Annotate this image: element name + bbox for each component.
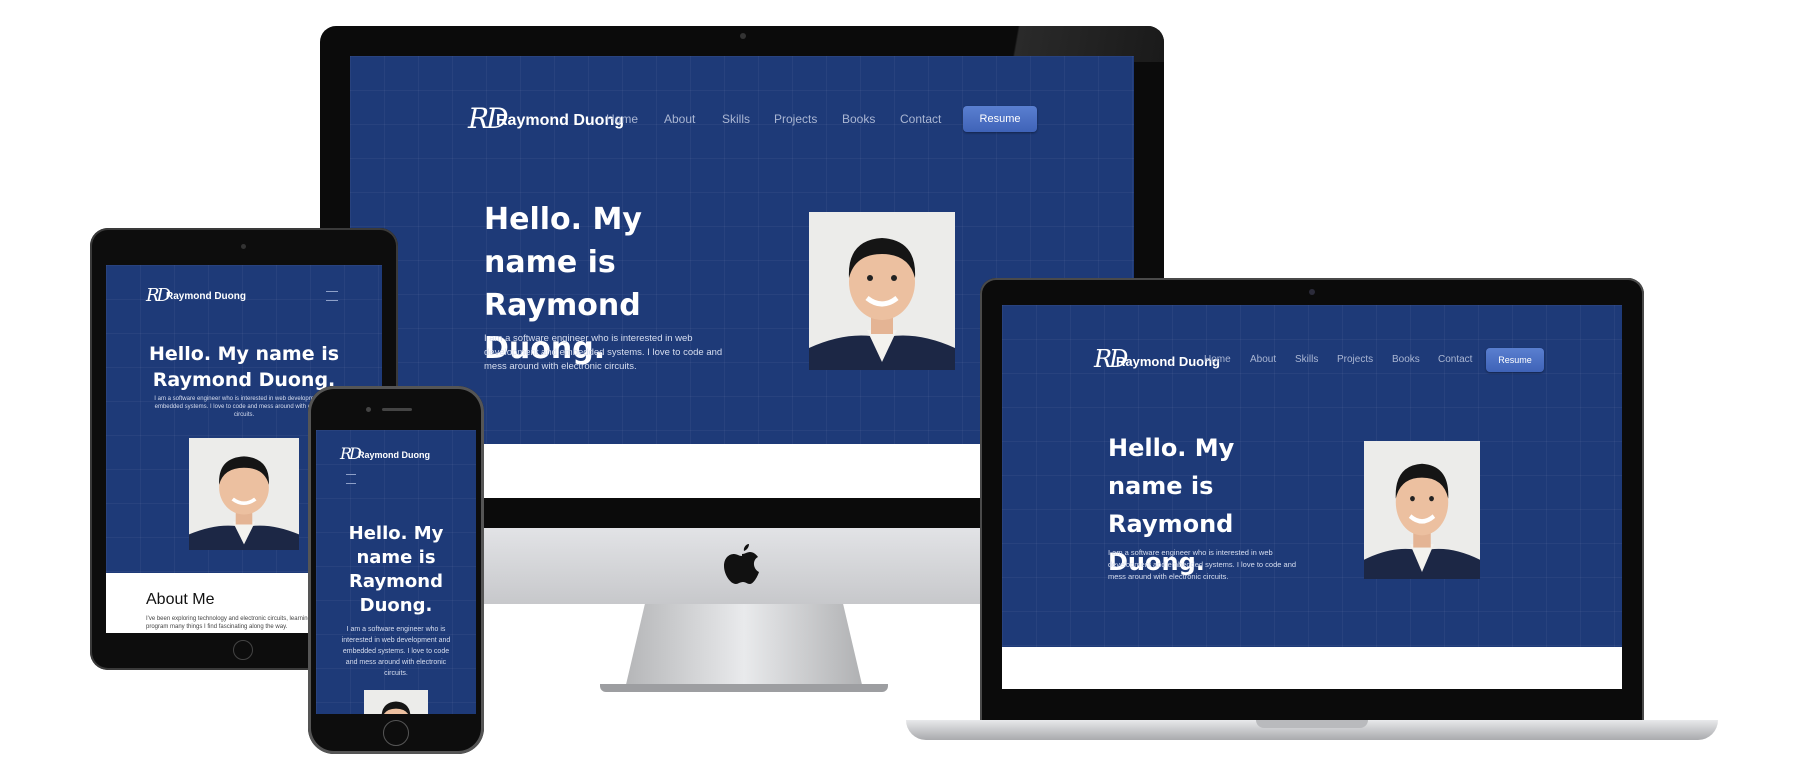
nav-contact[interactable]: Contact bbox=[900, 112, 941, 126]
profile-photo bbox=[189, 438, 299, 550]
nav-about[interactable]: About bbox=[1250, 354, 1276, 365]
iphone-screen: RD Raymond Duong Hello. My name is Raymo… bbox=[316, 430, 476, 714]
hamburger-menu-icon[interactable] bbox=[326, 291, 338, 301]
profile-photo bbox=[1364, 441, 1480, 579]
macbook-camera bbox=[1309, 289, 1315, 295]
logo-mark[interactable]: RD bbox=[146, 285, 171, 306]
nav-skills[interactable]: Skills bbox=[722, 112, 750, 126]
macbook-notch bbox=[1256, 720, 1368, 728]
resume-button[interactable]: Resume bbox=[1486, 348, 1544, 372]
nav-home[interactable]: Home bbox=[1204, 354, 1231, 365]
apple-icon bbox=[722, 540, 762, 588]
nav-home[interactable]: Home bbox=[606, 112, 638, 126]
nav-books[interactable]: Books bbox=[1392, 354, 1420, 365]
nav-projects[interactable]: Projects bbox=[774, 112, 817, 126]
hero-title: Hello. My name is Raymond Duong. bbox=[348, 523, 444, 616]
brand-name[interactable]: Raymond Duong bbox=[358, 450, 430, 460]
nav-about[interactable]: About bbox=[664, 112, 695, 126]
nav-books[interactable]: Books bbox=[842, 112, 875, 126]
brand-name[interactable]: Raymond Duong bbox=[166, 291, 246, 302]
ipad-home-button[interactable] bbox=[233, 640, 253, 660]
profile-photo bbox=[809, 212, 955, 370]
imac-stand-base bbox=[600, 684, 888, 692]
macbook-screen: RD Raymond Duong Home About Skills Proje… bbox=[1002, 305, 1622, 689]
hero-title: Hello. My name is Raymond Duong. bbox=[148, 343, 340, 391]
imac-camera bbox=[740, 33, 746, 39]
ipad-camera bbox=[241, 244, 246, 249]
profile-photo bbox=[364, 690, 428, 714]
imac-stand bbox=[626, 604, 862, 685]
iphone-home-button[interactable] bbox=[383, 720, 409, 746]
hero-text: I am a software engineer who is interest… bbox=[484, 333, 723, 372]
nav-contact[interactable]: Contact bbox=[1438, 354, 1472, 365]
iphone-speaker bbox=[382, 408, 412, 411]
nav-skills[interactable]: Skills bbox=[1295, 354, 1318, 365]
brand-name[interactable]: Raymond Duong bbox=[496, 112, 624, 130]
hamburger-menu-icon[interactable] bbox=[346, 474, 356, 484]
resume-button[interactable]: Resume bbox=[963, 106, 1037, 132]
iphone-camera bbox=[366, 407, 371, 412]
hero-text: I am a software engineer who is interest… bbox=[341, 626, 451, 677]
about-heading: About Me bbox=[146, 591, 215, 608]
logo-mark[interactable]: RD bbox=[340, 444, 362, 463]
nav-projects[interactable]: Projects bbox=[1337, 354, 1373, 365]
hero-text: I am a software engineer who is interest… bbox=[1108, 548, 1297, 581]
about-section bbox=[1002, 647, 1622, 689]
